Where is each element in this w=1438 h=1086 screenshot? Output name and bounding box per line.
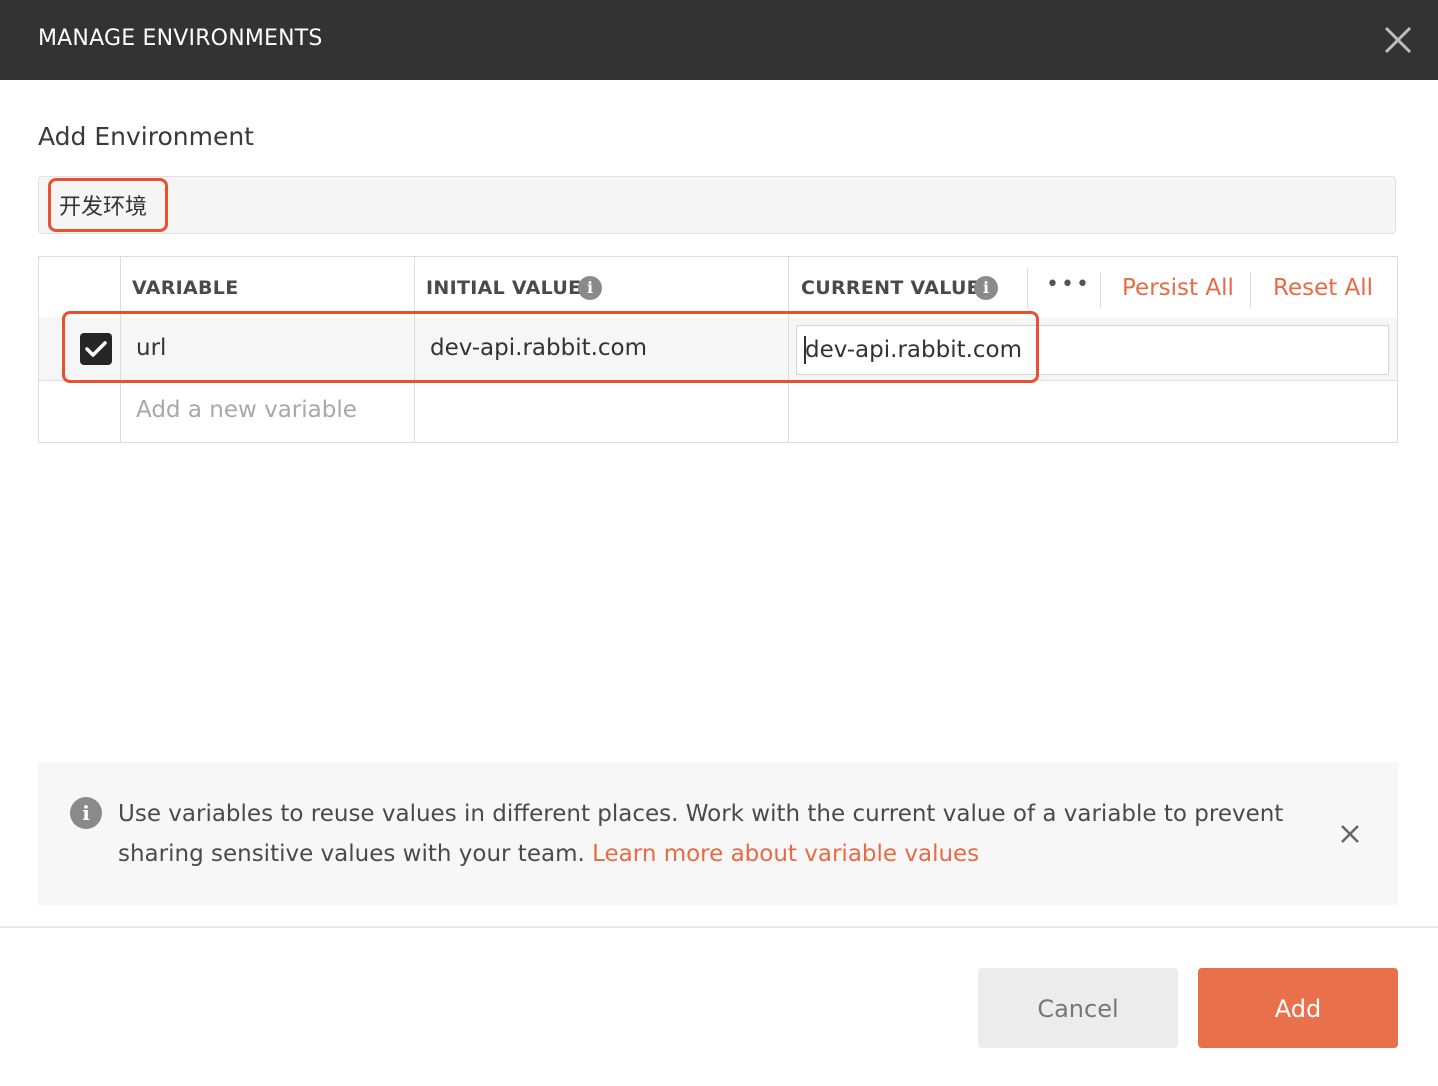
col-divider xyxy=(788,318,789,380)
footer-divider xyxy=(0,926,1438,928)
row-enabled-checkbox[interactable] xyxy=(80,333,112,365)
reset-all-button[interactable]: Reset All xyxy=(1273,275,1373,301)
info-icon[interactable]: i xyxy=(974,276,998,300)
add-variable-input[interactable]: Add a new variable xyxy=(136,397,357,423)
row-divider xyxy=(39,380,1397,381)
current-value-field[interactable] xyxy=(796,325,1389,375)
close-icon[interactable] xyxy=(1380,22,1416,58)
col-divider xyxy=(120,318,121,380)
check-icon xyxy=(85,341,107,357)
column-header-current-value: CURRENT VALUE xyxy=(801,277,980,299)
col-divider xyxy=(414,318,415,380)
learn-more-link[interactable]: Learn more about variable values xyxy=(592,841,979,867)
notice-text: Use variables to reuse values in differe… xyxy=(118,794,1298,874)
header-divider xyxy=(1027,268,1028,308)
text-caret xyxy=(804,336,806,364)
cancel-button[interactable]: Cancel xyxy=(978,968,1178,1048)
environment-name-field[interactable] xyxy=(38,176,1396,234)
close-icon[interactable] xyxy=(1336,820,1364,848)
header-divider xyxy=(1250,272,1251,308)
current-value-input[interactable] xyxy=(805,333,1375,367)
header-divider xyxy=(1100,272,1101,308)
info-icon[interactable]: i xyxy=(578,276,602,300)
title-bar: MANAGE ENVIRONMENTS xyxy=(0,0,1438,80)
column-header-variable: VARIABLE xyxy=(132,277,239,299)
more-options-icon[interactable]: ••• xyxy=(1046,272,1091,297)
initial-value-cell[interactable]: dev-api.rabbit.com xyxy=(430,335,647,361)
persist-all-button[interactable]: Persist All xyxy=(1122,275,1234,301)
environment-name-input[interactable] xyxy=(59,187,1359,223)
column-header-initial-value: INITIAL VALUE xyxy=(426,277,582,299)
dialog-title: MANAGE ENVIRONMENTS xyxy=(38,26,323,51)
add-button[interactable]: Add xyxy=(1198,968,1398,1048)
info-icon: i xyxy=(70,797,102,829)
variable-name-cell[interactable]: url xyxy=(136,335,166,361)
section-heading: Add Environment xyxy=(38,122,254,151)
